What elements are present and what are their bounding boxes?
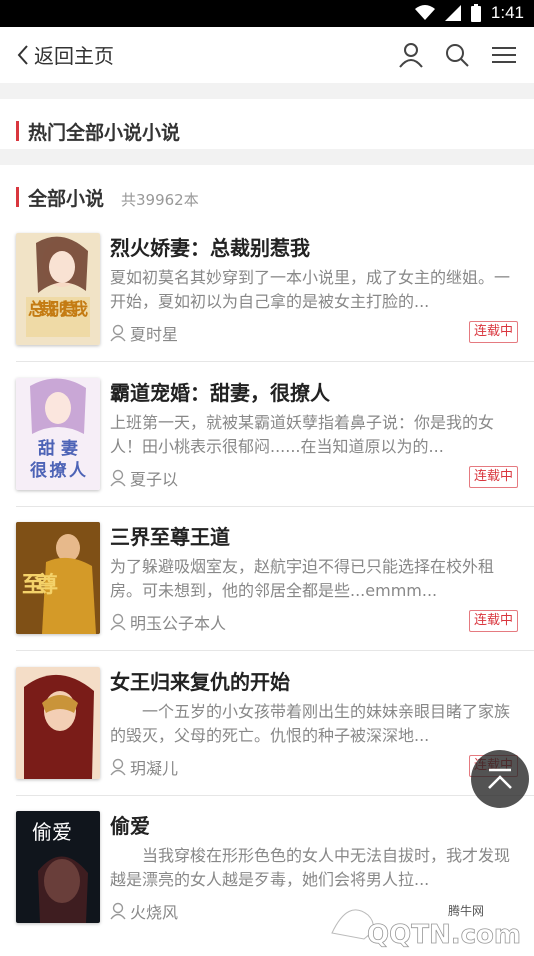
book-cover: 甜妻 很撩人 bbox=[16, 378, 100, 490]
book-author: 夏子以 bbox=[110, 466, 178, 490]
author-name: 夏子以 bbox=[130, 470, 179, 489]
status-time: 1:41 bbox=[490, 3, 524, 22]
wifi-icon bbox=[414, 5, 435, 20]
book-author: 玥凝儿 bbox=[110, 755, 178, 779]
book-description: 夏如初莫名其妙穿到了一本小说里，成了女主的继姐。一开始，夏如初以为自己拿的是被女… bbox=[110, 268, 511, 311]
book-title[interactable]: 霸道宠婚：甜妻，很撩人 bbox=[110, 377, 330, 406]
book-title[interactable]: 偷爱 bbox=[110, 810, 150, 839]
author-name: 明玉公子本人 bbox=[130, 614, 227, 633]
divider bbox=[16, 506, 534, 507]
author-name: 玥凝儿 bbox=[130, 759, 179, 778]
status-bar: 1:41 bbox=[0, 0, 534, 27]
svg-text:总裁别惹我: 总裁别惹我 bbox=[28, 299, 88, 320]
back-label: 返回主页 bbox=[34, 44, 114, 68]
divider bbox=[16, 650, 534, 651]
book-title[interactable]: 女王归来复仇的开始 bbox=[110, 666, 290, 695]
divider bbox=[16, 361, 534, 362]
all-section-header: 全部小说 共39962本 bbox=[0, 165, 534, 215]
author-icon bbox=[110, 469, 126, 487]
back-to-home-button[interactable]: 返回主页 bbox=[16, 40, 114, 69]
hot-section-title: 热门全部小说小说 bbox=[28, 122, 181, 144]
book-description: 为了躲避吸烟室友，赵航宇迫不得已只能选择在校外租房。可未想到，他的邻居全都是些.… bbox=[110, 557, 495, 600]
book-item[interactable]: 总裁别惹我 烈火娇妻：总裁别惹我 夏如初莫名其妙穿到了一本小说里，成了女主的继姐… bbox=[0, 233, 534, 378]
book-description: 一个五岁的小女孩带着刚出生的妹妹亲眼目睹了家族的毁灭，父母的死亡。仇恨的种子被深… bbox=[110, 702, 511, 745]
all-section-title: 全部小说 bbox=[28, 188, 105, 210]
book-title[interactable]: 烈火娇妻：总裁别惹我 bbox=[110, 232, 310, 261]
hot-section-header: 热门全部小说小说 bbox=[0, 99, 534, 149]
section-gap bbox=[0, 149, 534, 165]
book-cover bbox=[16, 667, 100, 779]
back-to-top-button[interactable] bbox=[471, 750, 529, 808]
back-to-top-icon bbox=[488, 768, 512, 789]
book-title[interactable]: 三界至尊王道 bbox=[110, 521, 230, 550]
novel-count: 共39962本 bbox=[121, 191, 199, 209]
author-name: 火烧风 bbox=[130, 903, 179, 922]
author-name: 夏时星 bbox=[130, 325, 179, 344]
section-marker bbox=[16, 187, 19, 207]
svg-text:很撩人: 很撩人 bbox=[30, 460, 87, 481]
book-author: 火烧风 bbox=[110, 899, 178, 923]
book-description: 上班第一天，就被某霸道妖孽指着鼻子说：你是我的女人！田小桃表示很郁闷......… bbox=[110, 413, 495, 456]
author-icon bbox=[110, 902, 126, 920]
book-cover: 总裁别惹我 bbox=[16, 233, 100, 345]
svg-text:QQTN.com: QQTN.com bbox=[367, 920, 521, 949]
svg-text:至尊: 至尊 bbox=[22, 572, 58, 598]
back-arrow-icon bbox=[17, 44, 28, 65]
author-icon bbox=[110, 613, 126, 631]
book-cover: 至尊 bbox=[16, 522, 100, 634]
menu-icon[interactable] bbox=[490, 41, 518, 69]
svg-text:偷爱: 偷爱 bbox=[32, 820, 72, 844]
section-gap bbox=[0, 83, 534, 99]
status-badge: 连载中 bbox=[468, 610, 518, 632]
watermark-logo: 腾牛网 QQTN.com bbox=[328, 893, 534, 950]
user-icon[interactable] bbox=[397, 41, 425, 69]
book-item[interactable]: 女王归来复仇的开始 一个五岁的小女孩带着刚出生的妹妹亲眼目睹了家族的毁灭，父母的… bbox=[0, 667, 534, 812]
search-icon[interactable] bbox=[443, 41, 471, 69]
book-item[interactable]: 至尊 三界至尊王道 为了躲避吸烟室友，赵航宇迫不得已只能选择在校外租房。可未想到… bbox=[0, 522, 534, 667]
book-item[interactable]: 甜妻 很撩人 霸道宠婚：甜妻，很撩人 上班第一天，就被某霸道妖孽指着鼻子说：你是… bbox=[0, 378, 534, 523]
status-badge: 连载中 bbox=[468, 321, 518, 343]
status-badge: 连载中 bbox=[468, 466, 518, 488]
book-cover: 偷爱 bbox=[16, 811, 100, 923]
app-header: 返回主页 bbox=[0, 27, 534, 83]
section-marker bbox=[16, 121, 19, 141]
author-icon bbox=[110, 758, 126, 776]
book-author: 明玉公子本人 bbox=[110, 610, 226, 634]
author-icon bbox=[110, 324, 126, 342]
signal-icon bbox=[444, 5, 461, 21]
book-description: 当我穿梭在形形色色的女人中无法自拔时，我才发现越是漂亮的女人越是歹毒，她们会将男… bbox=[110, 846, 511, 889]
book-author: 夏时星 bbox=[110, 321, 178, 345]
svg-text:腾牛网: 腾牛网 bbox=[448, 903, 484, 918]
divider bbox=[16, 795, 534, 796]
battery-icon bbox=[470, 4, 481, 22]
